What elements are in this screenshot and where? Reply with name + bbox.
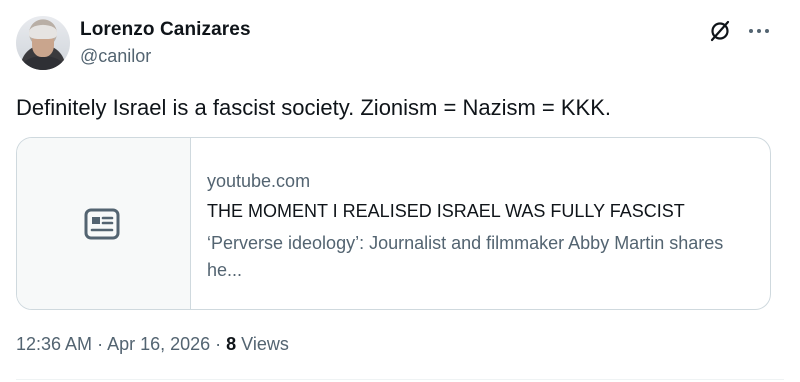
link-card-domain: youtube.com (207, 171, 311, 191)
divider (16, 379, 784, 380)
views-count: 8 (226, 334, 237, 354)
tweet-meta: 12:36 AM · Apr 16, 2026 · 8 Views (16, 334, 289, 355)
tweet-text: Definitely Israel is a fascist society. … (16, 95, 611, 120)
tweet-timestamp-time[interactable]: 12:36 AM (16, 334, 92, 354)
link-card-description: ‘Perverse ideology’: Journalist and film… (207, 233, 724, 280)
author-handle[interactable]: @canilor (80, 46, 151, 67)
article-icon (84, 208, 120, 240)
avatar[interactable] (16, 16, 70, 70)
tweet[interactable]: Lorenzo Canizares @canilor Definitely Is… (0, 0, 800, 382)
link-card[interactable]: youtube.com THE MOMENT I REALISED ISRAEL… (16, 137, 771, 310)
link-card-title: THE MOMENT I REALISED ISRAEL WAS FULLY F… (207, 201, 685, 221)
avatar-body-shape (22, 56, 64, 70)
author-name[interactable]: Lorenzo Canizares (80, 19, 251, 41)
tweet-timestamp-date[interactable]: Apr 16, 2026 (107, 334, 210, 354)
meta-separator: · (210, 334, 227, 354)
link-card-media[interactable] (17, 138, 191, 309)
more-icon[interactable] (746, 19, 772, 43)
avatar-hair-shape (29, 25, 57, 39)
views-label: Views (236, 334, 289, 354)
meta-separator: · (92, 334, 108, 354)
grok-icon[interactable] (708, 19, 732, 43)
